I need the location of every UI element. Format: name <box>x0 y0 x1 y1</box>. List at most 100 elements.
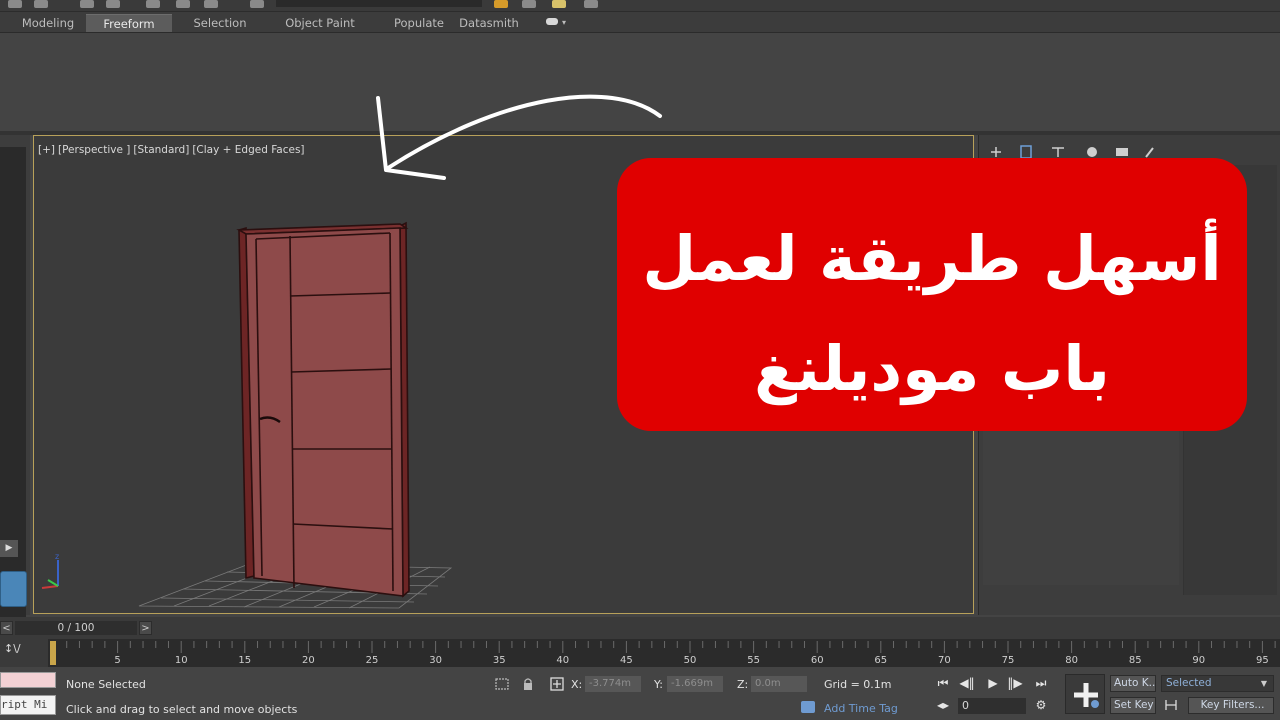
save-set-icon[interactable] <box>250 0 264 8</box>
time-slider-prev-button[interactable]: < <box>0 621 13 635</box>
title-banner: أسهل طريقة لعمل باب موديلنغ <box>617 158 1247 431</box>
frame-tick-label: 60 <box>811 655 824 666</box>
isolate-selection-icon[interactable] <box>494 677 510 691</box>
time-slider-next-button[interactable]: > <box>139 621 152 635</box>
time-slider-thumb[interactable]: 0 / 100 <box>15 621 137 635</box>
region-icon[interactable] <box>204 0 218 8</box>
track-bar: ↕\/ 5 10 15 20 25 30 35 40 45 50 55 60 65 70 75 80 85 90 9… <box>0 639 1280 667</box>
tab-freeform[interactable]: Freeform <box>86 14 172 32</box>
key-filters-button[interactable]: Key Filters... <box>1188 697 1274 714</box>
frame-tick-label: 20 <box>302 655 315 666</box>
tab-selection[interactable]: Selection <box>186 14 254 32</box>
frame-tick-label: 5 <box>114 655 120 666</box>
frame-tick-label: 30 <box>429 655 442 666</box>
time-slider: < 0 / 100 > <box>0 617 1280 639</box>
current-frame-marker[interactable] <box>50 641 56 665</box>
frame-ticks: 5 10 15 20 25 30 35 40 45 50 55 60 65 70 75 80 85 90 95 <box>53 641 1276 666</box>
axis-tripod: z <box>41 552 59 589</box>
auto-key-button[interactable]: Auto K... <box>1110 675 1156 692</box>
x-coord-label: X: <box>571 678 583 691</box>
key-mode-icon[interactable]: ◂▸ <box>934 697 952 713</box>
viewport-label-menu[interactable]: [+] [Perspective ] [Standard] [Clay + Edged… <box>38 144 308 156</box>
svg-text:z: z <box>55 552 59 561</box>
set-key-button[interactable]: Set Key <box>1110 697 1156 714</box>
play-icon[interactable]: ▶ <box>984 675 1002 691</box>
eye-icon <box>546 18 558 25</box>
display-tab-icon[interactable] <box>1113 145 1131 159</box>
frame-tick-label: 65 <box>874 655 887 666</box>
unlink-icon[interactable] <box>106 0 120 8</box>
render-setup-icon[interactable] <box>552 0 566 8</box>
previous-frame-icon[interactable]: ◀‖ <box>958 675 976 691</box>
go-to-end-icon[interactable]: ⏭ <box>1032 675 1050 691</box>
banner-line-1: أسهل طريقة لعمل <box>642 222 1222 295</box>
tab-populate[interactable]: Populate <box>386 14 452 32</box>
viewport-pov-menu[interactable]: [Perspective ] <box>58 144 130 156</box>
undo-icon[interactable] <box>8 0 22 8</box>
hierarchy-tab-icon[interactable] <box>1049 145 1067 159</box>
utilities-tab-icon[interactable] <box>1141 145 1159 159</box>
tab-object-paint[interactable]: Object Paint <box>278 14 362 32</box>
frame-tick-label: 95 <box>1256 655 1269 666</box>
prompt-line: Click and drag to select and move object… <box>66 703 298 716</box>
status-bar: ript Mi None Selected Click and drag to … <box>0 667 1280 720</box>
y-coord-label: Y: <box>654 678 663 691</box>
expand-arrow-icon[interactable]: ▶ <box>0 540 18 557</box>
set-key-mode-icon[interactable] <box>1163 698 1179 712</box>
banner-line-2: باب موديلنغ <box>754 332 1110 405</box>
maxscript-listener-field[interactable] <box>0 672 56 688</box>
ribbon-tabs: Modeling Freeform Selection Object Paint… <box>0 12 1280 33</box>
tab-datasmith[interactable]: Datasmith <box>456 14 522 32</box>
link-icon[interactable] <box>80 0 94 8</box>
frame-tick-label: 55 <box>747 655 760 666</box>
frame-tick-label: 35 <box>493 655 506 666</box>
create-tab-icon[interactable] <box>987 145 1005 159</box>
next-frame-icon[interactable]: ‖▶ <box>1006 675 1024 691</box>
plus-key-icon <box>1074 683 1099 708</box>
tab-modeling[interactable]: Modeling <box>14 14 82 32</box>
frame-tick-label: 90 <box>1192 655 1205 666</box>
frame-tick-label: 80 <box>1065 655 1078 666</box>
viewport-layout-tab[interactable] <box>0 571 27 607</box>
x-coord-field[interactable]: -3.774m <box>585 676 641 692</box>
frame-tick-label: 25 <box>366 655 379 666</box>
frame-ruler[interactable]: 5 10 15 20 25 30 35 40 45 50 55 60 65 70 75 80 85 90 95 <box>48 639 1280 667</box>
add-time-tag-button[interactable]: Add Time Tag <box>824 702 898 715</box>
time-config-icon[interactable]: ⚙ <box>1032 697 1050 713</box>
viewport-shading-standard-menu[interactable]: [Standard] <box>133 144 189 156</box>
ribbon-options-button[interactable]: ▾ <box>546 16 572 28</box>
frame-tick-label: 85 <box>1129 655 1142 666</box>
motion-tab-icon[interactable] <box>1083 145 1101 159</box>
viewport-display-menu[interactable]: [Clay + Edged Faces] <box>192 144 304 156</box>
redo-icon[interactable] <box>34 0 48 8</box>
go-to-start-icon[interactable]: ⏮ <box>934 675 952 691</box>
time-tag-icon[interactable] <box>800 700 816 714</box>
main-toolbar <box>0 0 1280 12</box>
chevron-down-icon: ▼ <box>1260 679 1267 688</box>
frame-tick-label: 15 <box>238 655 251 666</box>
curve-editor-button[interactable]: ↕\/ <box>4 642 44 662</box>
z-coord-field[interactable]: 0.0m <box>751 676 807 692</box>
named-selection-field[interactable] <box>276 0 482 7</box>
y-coord-field[interactable]: -1.669m <box>667 676 723 692</box>
door-model <box>236 221 410 598</box>
key-filter-select-value: Selected <box>1166 677 1212 689</box>
scene-explorer-icon[interactable] <box>494 0 508 8</box>
new-key-button[interactable] <box>1065 674 1105 714</box>
maxscript-mini-listener[interactable]: ript Mi <box>0 695 56 715</box>
key-filter-select[interactable]: Selected ▼ <box>1161 675 1274 692</box>
frame-tick-label: 40 <box>556 655 569 666</box>
render-icon[interactable] <box>584 0 598 8</box>
select-icon[interactable] <box>146 0 160 8</box>
frame-tick-label: 50 <box>684 655 697 666</box>
frame-tick-label: 70 <box>938 655 951 666</box>
current-frame-field[interactable]: 0 <box>958 698 1026 714</box>
selection-status: None Selected <box>66 678 146 691</box>
absolute-mode-icon[interactable] <box>549 677 565 691</box>
selection-lock-icon[interactable] <box>520 677 536 691</box>
select-name-icon[interactable] <box>176 0 190 8</box>
viewport-plus-menu[interactable]: [+] <box>38 144 55 156</box>
layer-icon[interactable] <box>522 0 536 8</box>
frame-tick-label: 45 <box>620 655 633 666</box>
modify-tab-icon[interactable] <box>1017 145 1035 159</box>
